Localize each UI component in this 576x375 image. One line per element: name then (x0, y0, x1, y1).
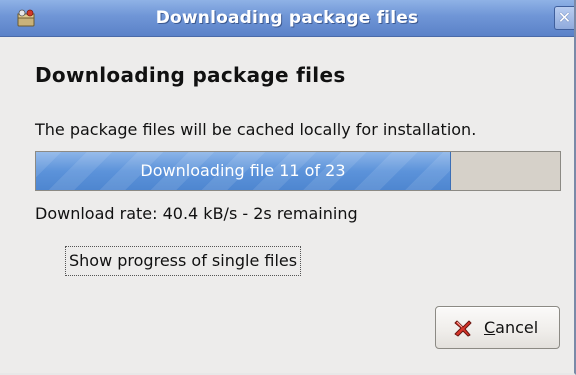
cancel-label-rest: ancel (495, 318, 539, 337)
expander-label[interactable]: Show progress of single files (65, 246, 302, 276)
window-title: Downloading package files (155, 8, 419, 28)
cancel-mnemonic: C (484, 318, 496, 337)
dialog-heading: Downloading package files (35, 63, 346, 87)
close-icon: ✕ (557, 8, 572, 27)
dialog-description: The package files will be cached locally… (35, 120, 477, 139)
progress-label: Downloading file 11 of 23 (140, 161, 346, 180)
download-rate-text: Download rate: 40.4 kB/s - 2s remaining (35, 204, 358, 223)
download-dialog-window: Downloading package files ✕ Downloading … (0, 0, 576, 375)
close-button[interactable]: ✕ (554, 6, 574, 30)
download-progress-bar: Downloading file 11 of 23 (35, 151, 561, 191)
cancel-button-label: Cancel (484, 307, 538, 348)
cancel-button[interactable]: Cancel (435, 306, 560, 349)
title-bar[interactable]: Downloading package files ✕ (0, 0, 574, 37)
cancel-x-icon (454, 320, 472, 337)
